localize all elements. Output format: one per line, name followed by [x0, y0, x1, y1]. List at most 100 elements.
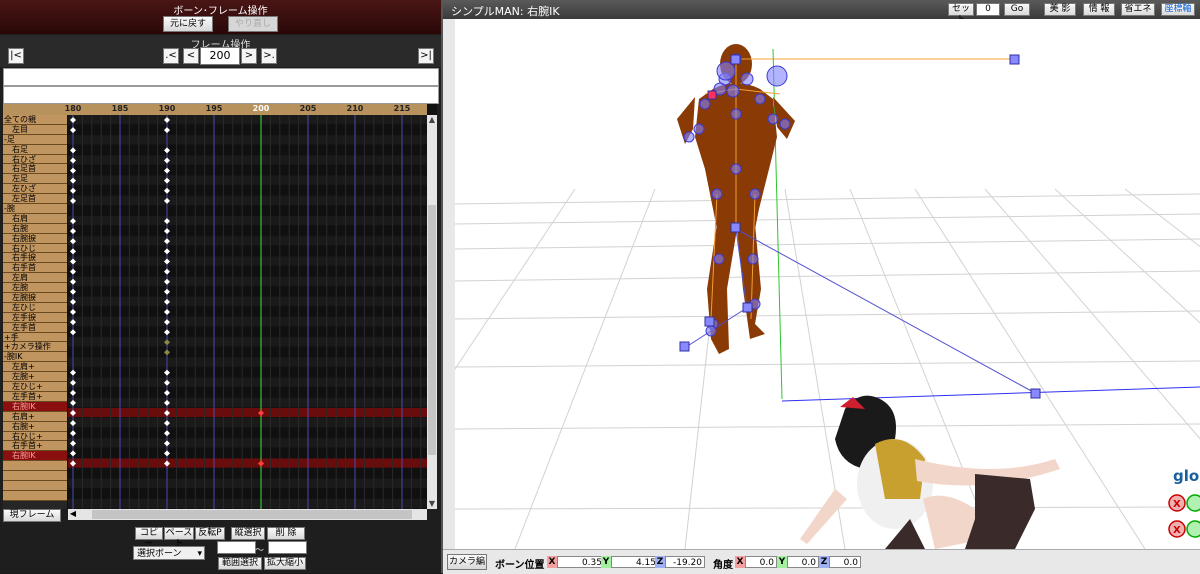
delete-button[interactable]: 削 除	[267, 527, 305, 540]
redo-button[interactable]: やり直し	[228, 16, 278, 32]
angle-y-input[interactable]: 0.0	[787, 556, 819, 568]
bone-row-label[interactable]: 左ひざ	[3, 184, 67, 195]
bone-row-label[interactable]: 右腕捩	[3, 233, 67, 244]
save-energy-button[interactable]: 省エネ	[1121, 3, 1155, 16]
grid-row	[68, 317, 427, 327]
bone-row-label[interactable]: 右ひじ+	[3, 431, 67, 442]
range-select-button[interactable]: 範囲選択	[218, 557, 262, 570]
select-bone-dropdown[interactable]: 選択ボーン ▾	[133, 546, 205, 560]
pos-z-input[interactable]: -19.20	[665, 556, 705, 568]
bone-row-label[interactable]: +手	[3, 332, 67, 343]
bone-row-label[interactable]: 右腕+	[3, 421, 67, 432]
bone-row-label[interactable]: 左手首	[3, 322, 67, 333]
scroll-thumb[interactable]	[428, 205, 436, 455]
vertical-select-button[interactable]: 縦選択	[231, 527, 265, 540]
bone-row-label[interactable]	[3, 471, 67, 481]
zoom-button[interactable]: 拡大縮小	[264, 557, 306, 570]
set-button[interactable]: セット	[948, 3, 974, 25]
copy-button[interactable]: コピー	[135, 527, 163, 549]
range-end-input[interactable]	[268, 541, 307, 554]
ruler-label: 205	[299, 104, 317, 113]
bone-row-label[interactable]: 右ひじ	[3, 243, 67, 254]
grid-row	[68, 145, 427, 155]
go-button[interactable]: Go	[1004, 3, 1030, 16]
prev-key-button[interactable]: .<	[163, 48, 179, 64]
bone-row-label[interactable]: -腕IK	[3, 352, 67, 363]
bone-row-label[interactable]: +カメラ操作	[3, 342, 67, 353]
keyframe-grid[interactable]	[68, 115, 427, 509]
bone-row-label[interactable]: -足	[3, 134, 67, 145]
bone-row-label[interactable]: 左腕捩	[3, 293, 67, 303]
last-frame-button[interactable]: >|	[418, 48, 434, 64]
paste-inverse-button[interactable]: 反転P	[195, 527, 225, 540]
current-frame-button[interactable]: 現フレーム	[3, 509, 61, 522]
vertical-scrollbar[interactable]: ▲ ▼	[427, 115, 437, 509]
grid-row	[68, 458, 427, 468]
bone-row-label[interactable]: 右肩	[3, 213, 67, 224]
grid-row	[68, 377, 427, 387]
bone-row-label[interactable]: 左手捩	[3, 312, 67, 323]
ruler-label: 190	[158, 104, 176, 113]
pos-y-input[interactable]: 4.15	[611, 556, 659, 568]
bone-row-label[interactable]: 左肩	[3, 273, 67, 284]
ruler-label: 185	[111, 104, 129, 113]
first-frame-button[interactable]: |<	[8, 48, 24, 64]
overlay-label: glo	[1173, 467, 1199, 485]
angle-z-input[interactable]: 0.0	[829, 556, 861, 568]
bone-row-label[interactable]	[3, 461, 67, 472]
pos-x-input[interactable]: 0.35	[557, 556, 605, 568]
bone-row-label[interactable]: 左肩+	[3, 362, 67, 373]
bone-row-label[interactable]: 右ひざ	[3, 154, 67, 165]
scroll-left-icon[interactable]: ◀	[68, 509, 78, 520]
bone-row-label[interactable]	[3, 480, 67, 491]
paste-button[interactable]: ペースト	[164, 527, 194, 549]
bone-row-label[interactable]: 右足首	[3, 164, 67, 175]
bone-row-label[interactable]: 右腕IK	[3, 451, 67, 462]
bone-row-label[interactable]: 右腕IK	[3, 401, 67, 412]
scroll-up-icon[interactable]: ▲	[427, 115, 437, 125]
undo-button[interactable]: 元に戻す	[163, 16, 213, 32]
set-frame-input[interactable]: 0	[976, 3, 1000, 16]
bone-row-label[interactable]: 左ひじ	[3, 302, 67, 313]
bone-row-label[interactable]: 左目	[3, 124, 67, 135]
camera-edit-button[interactable]: カメラ編	[447, 554, 487, 570]
bone-row-label[interactable]: 左ひじ+	[3, 382, 67, 392]
keyframe-grid-svg	[68, 115, 427, 509]
3d-viewport[interactable]: glo X X	[455, 19, 1200, 549]
bone-row-label[interactable]	[3, 490, 67, 501]
hscroll-thumb[interactable]	[92, 510, 412, 519]
bone-row-label[interactable]: 右手首	[3, 263, 67, 274]
beauty-button[interactable]: 美 影	[1044, 3, 1076, 16]
bone-row-label[interactable]: 右足	[3, 144, 67, 155]
floor-grid	[455, 188, 1200, 549]
next-frame-button[interactable]: >	[241, 48, 257, 64]
coord-axis-button[interactable]: 座標軸	[1161, 3, 1195, 16]
timeline: 180 185 190 195 200 205 210 215 全ての親 左目 -足 右足 右ひざ 右足…	[3, 104, 437, 509]
bone-row-label[interactable]: 左足首	[3, 194, 67, 205]
bone-row-label[interactable]: 左腕+	[3, 372, 67, 383]
bone-row-label[interactable]: -腕	[3, 204, 67, 214]
bone-row-label[interactable]: 右肩+	[3, 411, 67, 422]
ruler-label: 180	[64, 104, 82, 113]
bone-row-label[interactable]: 左手首+	[3, 391, 67, 402]
frame-number-input[interactable]: 200	[200, 47, 240, 65]
scroll-down-icon[interactable]: ▼	[427, 499, 437, 509]
range-start-input[interactable]	[217, 541, 256, 554]
info-button[interactable]: 情 報	[1083, 3, 1115, 16]
select-bone-value: 選択ボーン	[137, 549, 182, 559]
chevron-down-icon: ▾	[197, 549, 202, 559]
next-key-button[interactable]: >.	[261, 48, 277, 64]
bone-row-label[interactable]: 左腕	[3, 283, 67, 294]
grid-row	[68, 347, 427, 357]
grid-row	[68, 387, 427, 397]
bone-row-label[interactable]: 右手捩	[3, 253, 67, 264]
horizontal-scrollbar[interactable]: ◀	[68, 509, 427, 520]
angle-x-input[interactable]: 0.0	[745, 556, 777, 568]
grid-row	[68, 498, 427, 508]
bone-row-label[interactable]: 右手首+	[3, 441, 67, 452]
bone-row-label[interactable]: 左足	[3, 174, 67, 185]
bone-row-label[interactable]: 右腕	[3, 223, 67, 234]
grid-row	[68, 226, 427, 236]
bone-row-label[interactable]: 全ての親	[3, 115, 67, 125]
prev-frame-button[interactable]: <	[183, 48, 199, 64]
